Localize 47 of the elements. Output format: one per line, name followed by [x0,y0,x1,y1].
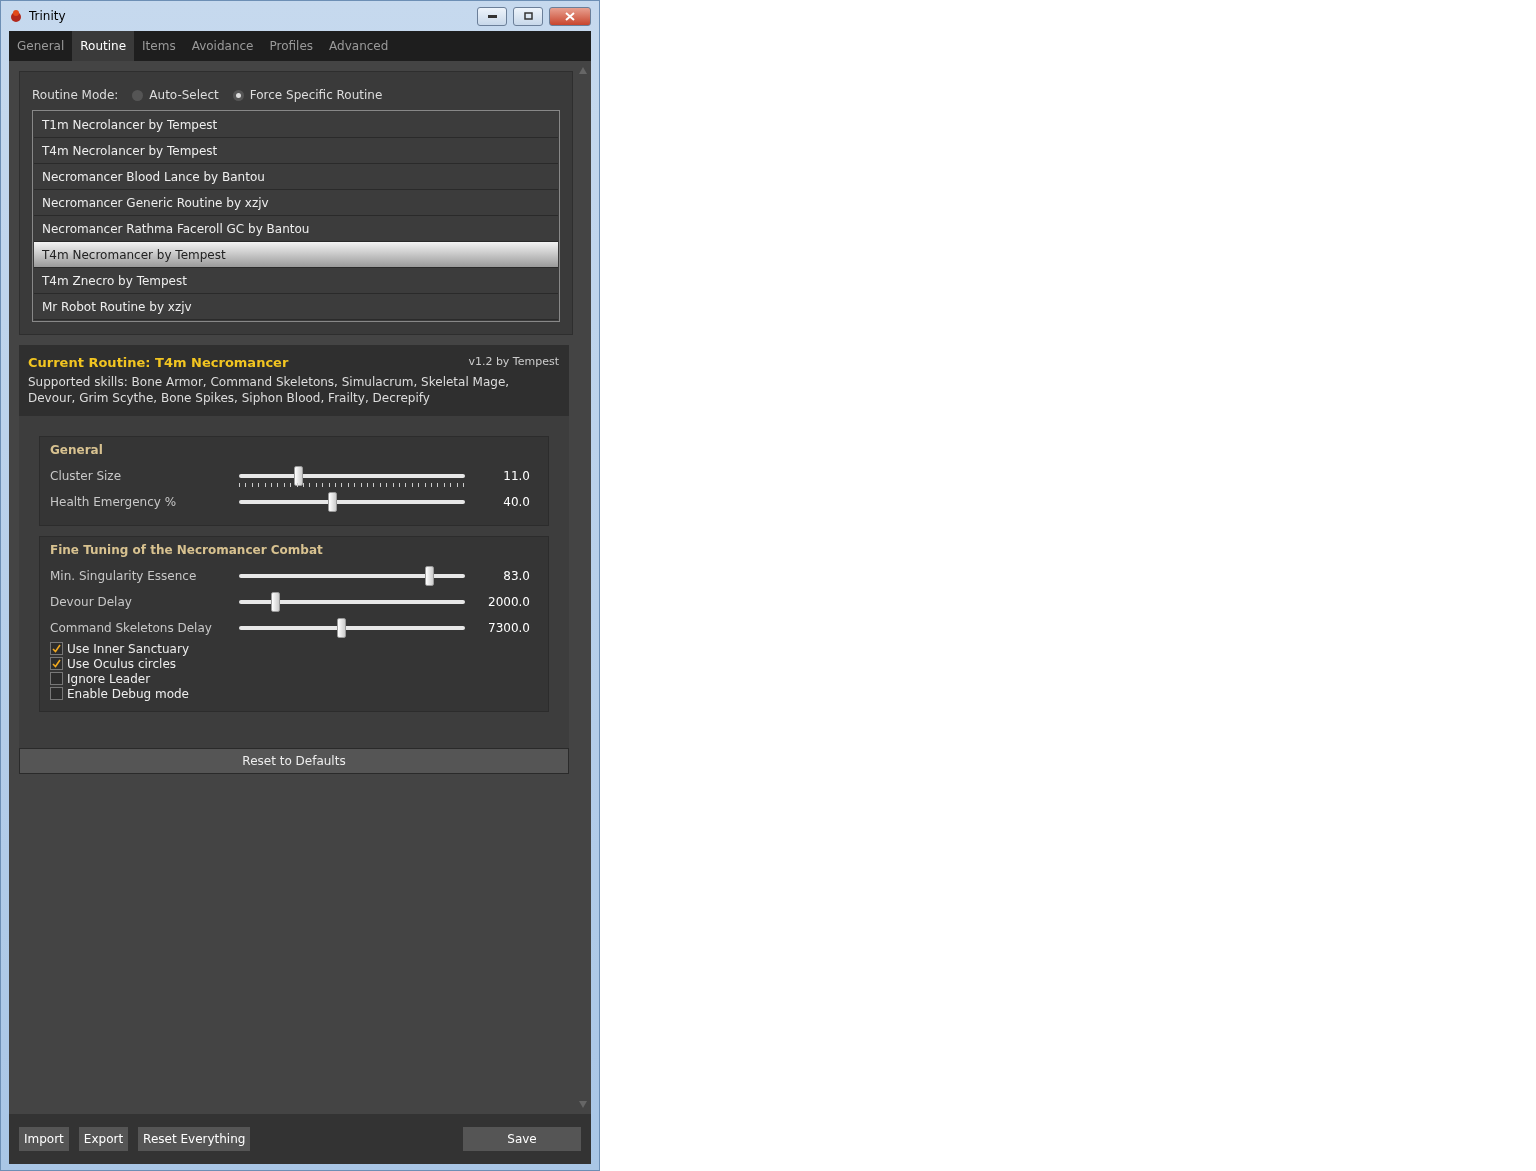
tab[interactable]: Routine [72,31,135,61]
supported-skills-text: Supported skills: Bone Armor, Command Skeletons, Simulacrum, Skeletal Mage, Devour, Grim Scythe, Bone Spikes, Siphon Blood, Frailty, Decrepify [28,374,511,406]
slider-value: 40.0 [502,495,531,509]
group-title: Fine Tuning of the Necromancer Combat [50,543,324,557]
tab[interactable]: Avoidance [183,31,262,61]
tab[interactable]: General [9,31,73,61]
slider-value: 11.0 [502,469,531,483]
slider-thumb[interactable] [336,618,346,638]
radio-option[interactable]: Auto-Select [132,88,219,102]
version-text: v1.2 by Tempest [468,355,559,370]
slider-label: Cluster Size [50,469,123,483]
footer-button[interactable]: Export [78,1127,129,1151]
routine-item[interactable]: T4m Necromancer by Tempest [34,242,558,268]
bug-icon [9,9,23,23]
slider-value: 2000.0 [487,595,531,609]
footer-button[interactable]: Import [19,1127,69,1151]
window-title: Trinity [29,9,67,23]
minimize-icon [487,14,497,18]
slider-label: Health Emergency % [50,495,178,509]
checkbox[interactable]: Use Oculus circles [50,656,177,671]
radio-option[interactable]: Force Specific Routine [232,88,383,102]
tab[interactable]: Profiles [261,31,322,61]
save-button[interactable]: Save [463,1127,581,1151]
slider-label: Min. Singularity Essence [50,569,198,583]
minimize-button[interactable] [477,6,507,26]
slider-value: 83.0 [502,569,531,583]
slider-thumb[interactable] [327,492,337,512]
slider-label: Devour Delay [50,595,133,609]
slider-thumb[interactable] [424,566,434,586]
slider-value: 7300.0 [487,621,531,635]
maximize-button[interactable] [513,6,543,26]
checkbox[interactable]: Enable Debug mode [50,686,189,701]
footer-button[interactable]: Reset Everything [138,1127,251,1151]
tab[interactable]: Advanced [321,31,397,61]
routine-mode-label: Routine Mode: [32,88,119,102]
close-icon [565,11,575,21]
checkbox[interactable]: Use Inner Sanctuary [50,641,189,656]
close-button[interactable] [549,6,591,26]
group-title: General [50,443,104,457]
slider-thumb[interactable] [293,466,303,486]
slider-thumb[interactable] [271,592,281,612]
reset-defaults-button[interactable]: Reset to Defaults [19,748,569,774]
tab[interactable]: Items [134,31,184,61]
maximize-icon [523,12,533,20]
slider-label: Command Skeletons Delay [50,621,213,635]
current-routine-title: Current Routine: T4m Necromancer [28,355,289,370]
checkbox[interactable]: Ignore Leader [50,671,151,686]
